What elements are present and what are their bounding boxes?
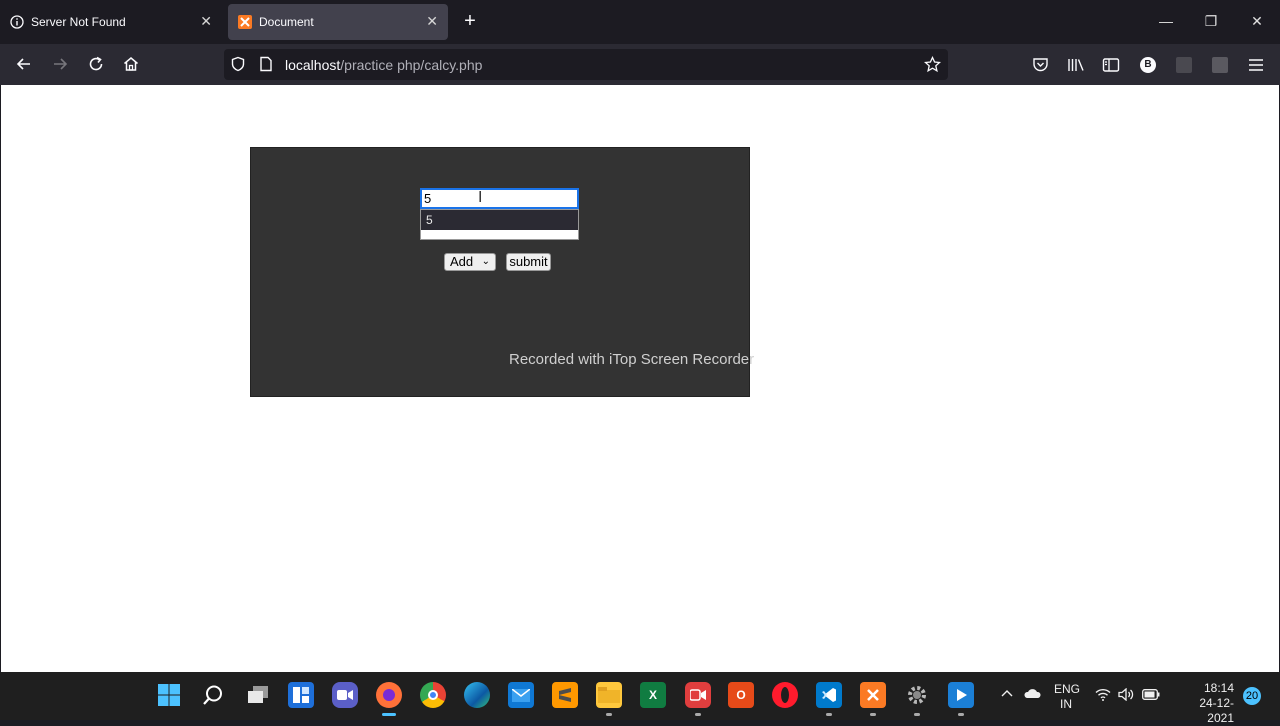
volume-icon[interactable] (1118, 687, 1134, 704)
profile-badge[interactable]: B (1138, 55, 1158, 75)
arrow-right-icon (54, 58, 68, 70)
windows-start-icon[interactable] (156, 682, 182, 708)
onedrive-cloud-icon[interactable] (1023, 688, 1041, 702)
search-icon[interactable] (200, 682, 226, 708)
sidebar-icon[interactable] (1101, 55, 1121, 75)
number-input[interactable]: 5 (420, 188, 579, 209)
close-icon[interactable]: ✕ (200, 13, 212, 30)
chrome-icon[interactable] (420, 682, 446, 708)
chevron-up-icon[interactable] (1001, 687, 1013, 701)
notification-badge[interactable]: 20 (1243, 687, 1261, 705)
wifi-icon[interactable] (1095, 688, 1111, 704)
back-button[interactable] (13, 53, 35, 75)
page-icon[interactable] (259, 56, 273, 77)
extension-icon[interactable] (1174, 55, 1194, 75)
tab-document[interactable]: Document ✕ (228, 4, 448, 40)
restore-button[interactable]: ❐ (1201, 10, 1221, 32)
screen-recorder-icon[interactable] (685, 682, 711, 716)
chevron-down-icon: ⌄ (481, 256, 490, 267)
library-icon[interactable] (1066, 55, 1086, 75)
autocomplete-item[interactable]: 5 (421, 210, 578, 230)
operator-select[interactable]: Add ⌄ (444, 253, 496, 271)
reload-icon (89, 56, 103, 71)
clock-time: 18:14 (1203, 681, 1234, 695)
xampp-icon[interactable] (860, 682, 886, 716)
bookmark-star-icon[interactable] (923, 55, 942, 78)
extension-icon[interactable] (1210, 55, 1230, 75)
autocomplete-dropdown: 5 (420, 209, 579, 240)
firefox-icon[interactable] (376, 682, 402, 716)
xampp-icon (238, 15, 252, 29)
shield-icon[interactable] (230, 56, 246, 77)
excel-icon[interactable]: X (640, 682, 666, 708)
region-code: IN (1060, 697, 1072, 711)
media-player-icon[interactable] (948, 682, 974, 716)
language-code: ENG (1054, 682, 1081, 696)
profile-letter: B (1140, 57, 1156, 73)
clock-date: 24-12-2021 (1199, 696, 1234, 725)
tab-label: Server Not Found (31, 15, 126, 29)
pocket-icon[interactable] (1030, 55, 1050, 75)
address-bar[interactable]: localhost/practice php/calcy.php (224, 49, 948, 80)
arrow-left-icon (16, 58, 30, 70)
menu-icon[interactable] (1246, 55, 1266, 75)
forward-button[interactable] (49, 53, 71, 75)
mail-icon[interactable] (508, 682, 534, 708)
tab-label: Document (259, 15, 314, 29)
url-text[interactable]: localhost/practice php/calcy.php (285, 57, 482, 73)
task-view-icon[interactable] (245, 682, 271, 708)
settings-gear-icon[interactable] (904, 682, 930, 716)
url-path: /practice php/calcy.php (340, 57, 483, 73)
close-icon[interactable]: ✕ (426, 13, 438, 30)
opera-icon[interactable] (772, 682, 798, 708)
sublime-text-icon[interactable] (552, 682, 578, 708)
tab-server-not-found[interactable]: Server Not Found ✕ (0, 4, 222, 40)
office-icon[interactable]: O (728, 682, 754, 708)
close-window-button[interactable]: ✕ (1247, 10, 1267, 32)
widgets-icon[interactable] (288, 682, 314, 708)
language-indicator[interactable]: ENG IN (1054, 682, 1081, 712)
system-clock[interactable]: 18:14 24-12-2021 (1174, 681, 1234, 726)
home-button[interactable] (120, 53, 142, 75)
battery-icon[interactable] (1142, 689, 1160, 703)
reload-button[interactable] (85, 53, 107, 75)
info-icon (10, 15, 24, 29)
url-host: localhost (285, 57, 341, 73)
submit-button[interactable]: submit (506, 253, 551, 271)
text-cursor-icon: I (478, 189, 483, 206)
operator-selected-value: Add (450, 254, 474, 269)
vscode-icon[interactable] (816, 682, 842, 716)
teams-chat-icon[interactable] (332, 682, 358, 708)
edge-icon[interactable] (464, 682, 490, 708)
minimize-button[interactable]: — (1156, 10, 1176, 32)
new-tab-button[interactable]: + (460, 10, 480, 34)
file-explorer-icon[interactable] (596, 682, 622, 716)
home-icon (124, 57, 138, 71)
recorder-watermark: Recorded with iTop Screen Recorder (509, 351, 755, 368)
